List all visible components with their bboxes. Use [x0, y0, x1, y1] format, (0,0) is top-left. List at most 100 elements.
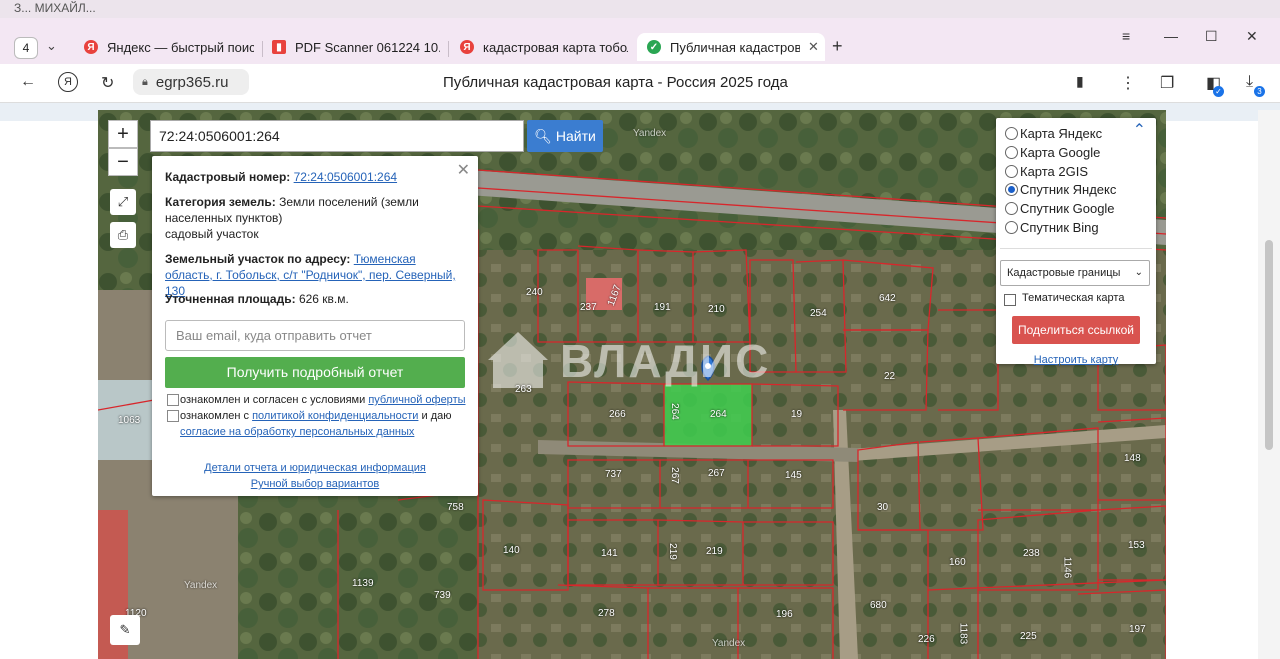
yandex-browser-icon[interactable]: Я	[58, 72, 78, 92]
page-scrollbar[interactable]	[1258, 110, 1280, 659]
parcel-label: 22	[884, 371, 896, 382]
parcel-label: 1063	[118, 415, 141, 426]
tab-count-button[interactable]: 4	[14, 37, 38, 59]
tab-cadastral-search[interactable]: Я кадастровая карта тобол	[460, 33, 628, 61]
new-tab-button[interactable]: +	[832, 36, 843, 57]
layer-google-map[interactable]: Карта Google	[1005, 145, 1100, 160]
parcel-label: 219	[666, 543, 678, 560]
tab-pdf-scanner[interactable]: ▮ PDF Scanner 061224 10.38	[272, 33, 440, 61]
privacy-agree-text: ознакомлен с политикой конфиденциальност…	[180, 408, 470, 440]
pdf-icon: ▮	[272, 40, 286, 54]
chevron-down-icon[interactable]: ⌄	[46, 38, 57, 54]
offer-agree-checkbox[interactable]	[167, 394, 179, 406]
parcel-label: 1183	[957, 622, 969, 645]
parcel-label: 737	[605, 469, 622, 480]
menu-icon[interactable]: ≡	[1122, 28, 1130, 44]
parcel-label: 145	[785, 470, 802, 481]
extension-check-badge: ✓	[1213, 86, 1224, 97]
parcel-label: 210	[708, 304, 725, 315]
check-shield-icon: ✓	[647, 40, 661, 54]
land-category-label: Категория земель:	[165, 195, 276, 209]
more-options-icon[interactable]: ⋮	[1120, 73, 1136, 93]
radio-icon	[1005, 221, 1018, 234]
parcel-label: 30	[877, 502, 889, 513]
tab-yandex[interactable]: Я Яндекс — быстрый поиск	[84, 33, 254, 61]
get-report-button[interactable]: Получить подробный отчет	[165, 357, 465, 388]
search-button[interactable]: 🔍︎ Найти	[527, 120, 603, 152]
map-settings-link[interactable]: Настроить карту	[996, 354, 1156, 366]
chevron-up-icon[interactable]: ⌃	[1133, 120, 1146, 140]
tab-public-cadastral-map[interactable]: ✓ Публичная кадастров ✕	[637, 33, 825, 61]
zoom-in-button[interactable]: +	[108, 120, 138, 148]
thematic-map-checkbox[interactable]	[1004, 294, 1016, 306]
details-row: Детали отчета и юридическая информация	[165, 460, 465, 476]
layer-label: Спутник Google	[1020, 201, 1115, 216]
parcel-label: 148	[1124, 453, 1141, 464]
download-icon[interactable]: ⤓	[1246, 73, 1253, 91]
personal-data-consent-link[interactable]: согласие на обработку персональных данны…	[180, 426, 414, 438]
parcel-label: 219	[706, 546, 723, 557]
maximize-icon[interactable]: ☐	[1205, 28, 1218, 45]
page-title: Публичная кадастровая карта - Россия 202…	[443, 74, 788, 91]
yandex-label: Yandex	[184, 580, 218, 591]
layer-yandex-map[interactable]: Карта Яндекс	[1005, 126, 1102, 141]
parcel-label: 264	[668, 403, 680, 420]
parcel-label: 238	[1023, 548, 1040, 559]
layer-2gis-map[interactable]: Карта 2GIS	[1005, 164, 1088, 179]
share-link-button[interactable]: Поделиться ссылкой	[1012, 316, 1140, 344]
layer-label: Карта Яндекс	[1020, 126, 1103, 141]
radio-icon	[1005, 127, 1018, 140]
layer-bing-satellite[interactable]: Спутник Bing	[1005, 220, 1099, 235]
parcel-label: 140	[503, 545, 520, 556]
zoom-out-button[interactable]: −	[108, 148, 138, 176]
area-label: Уточненная площадь:	[165, 292, 296, 306]
ruler-icon[interactable]: ✎	[110, 615, 140, 645]
reload-icon[interactable]: ↻	[101, 73, 114, 93]
close-window-icon[interactable]: ✕	[1246, 28, 1258, 45]
privacy-agree-checkbox[interactable]	[167, 410, 179, 422]
print-icon[interactable]: ⎙	[110, 222, 136, 248]
parcel-label: 680	[870, 600, 887, 611]
parcel-label: 264	[710, 409, 727, 420]
fullscreen-icon[interactable]: ⤢	[110, 189, 136, 215]
cadastral-search-input[interactable]: 72:24:0506001:264	[150, 120, 524, 152]
address-bar[interactable]: 🔒︎ egrp365.ru	[133, 69, 249, 95]
public-offer-link[interactable]: публичной оферты	[368, 394, 465, 406]
cadastral-number-link[interactable]: 72:24:0506001:264	[294, 170, 397, 184]
boundary-type-select[interactable]: Кадастровые границы ⌄	[1000, 260, 1150, 286]
report-details-link[interactable]: Детали отчета и юридическая информация	[204, 462, 426, 474]
bookmark-icon[interactable]: ▮	[1076, 73, 1084, 90]
close-icon[interactable]: ✕	[808, 39, 819, 55]
manual-selection-link[interactable]: Ручной выбор вариантов	[251, 478, 379, 490]
parcel-label: 263	[515, 384, 532, 395]
cadastral-map[interactable]: ВЛАДИС Yandex Yandex Yandex 240 237 1167…	[98, 110, 1166, 659]
parcel-label: 266	[609, 409, 626, 420]
downloads-count-badge: 3	[1254, 86, 1265, 97]
lock-icon: 🔒︎	[142, 75, 148, 88]
layer-label: Спутник Яндекс	[1020, 182, 1117, 197]
parcel-label: 237	[580, 302, 597, 313]
collections-icon[interactable]: ❐	[1160, 73, 1174, 93]
parcel-label: 1146	[1061, 556, 1073, 579]
land-usage: садовый участок	[165, 227, 259, 241]
layer-google-satellite[interactable]: Спутник Google	[1005, 201, 1115, 216]
tab-label: PDF Scanner 061224 10.38	[295, 39, 440, 55]
boundary-select-value: Кадастровые границы	[1007, 267, 1121, 279]
tab-strip: 4 ⌄ Я Яндекс — быстрый поиск ▮ PDF Scann…	[0, 28, 1280, 64]
browser-tab-bar: З... МИХАЙЛ... 4 ⌄ Я Яндекс — быстрый по…	[0, 0, 1280, 64]
parcel-label: 226	[918, 634, 935, 645]
back-arrow-icon[interactable]: ←	[20, 73, 36, 91]
scrollbar-thumb[interactable]	[1265, 240, 1273, 450]
background-window: З... МИХАЙЛ...	[0, 0, 1280, 18]
parcel-label: 225	[1020, 631, 1037, 642]
tab-divider	[262, 41, 263, 57]
parcel-label: 153	[1128, 540, 1145, 551]
vladis-watermark: ВЛАДИС	[560, 335, 771, 387]
offer-agree-text: ознакомлен и согласен с условиями публич…	[180, 392, 470, 408]
privacy-policy-link[interactable]: политикой конфиденциальности	[252, 410, 418, 422]
parcel-label: 191	[654, 302, 671, 313]
email-input[interactable]: Ваш email, куда отправить отчет	[165, 320, 465, 351]
minimize-icon[interactable]: —	[1164, 28, 1178, 44]
layer-yandex-satellite[interactable]: Спутник Яндекс	[1005, 182, 1116, 197]
parcel-label: 160	[949, 557, 966, 568]
